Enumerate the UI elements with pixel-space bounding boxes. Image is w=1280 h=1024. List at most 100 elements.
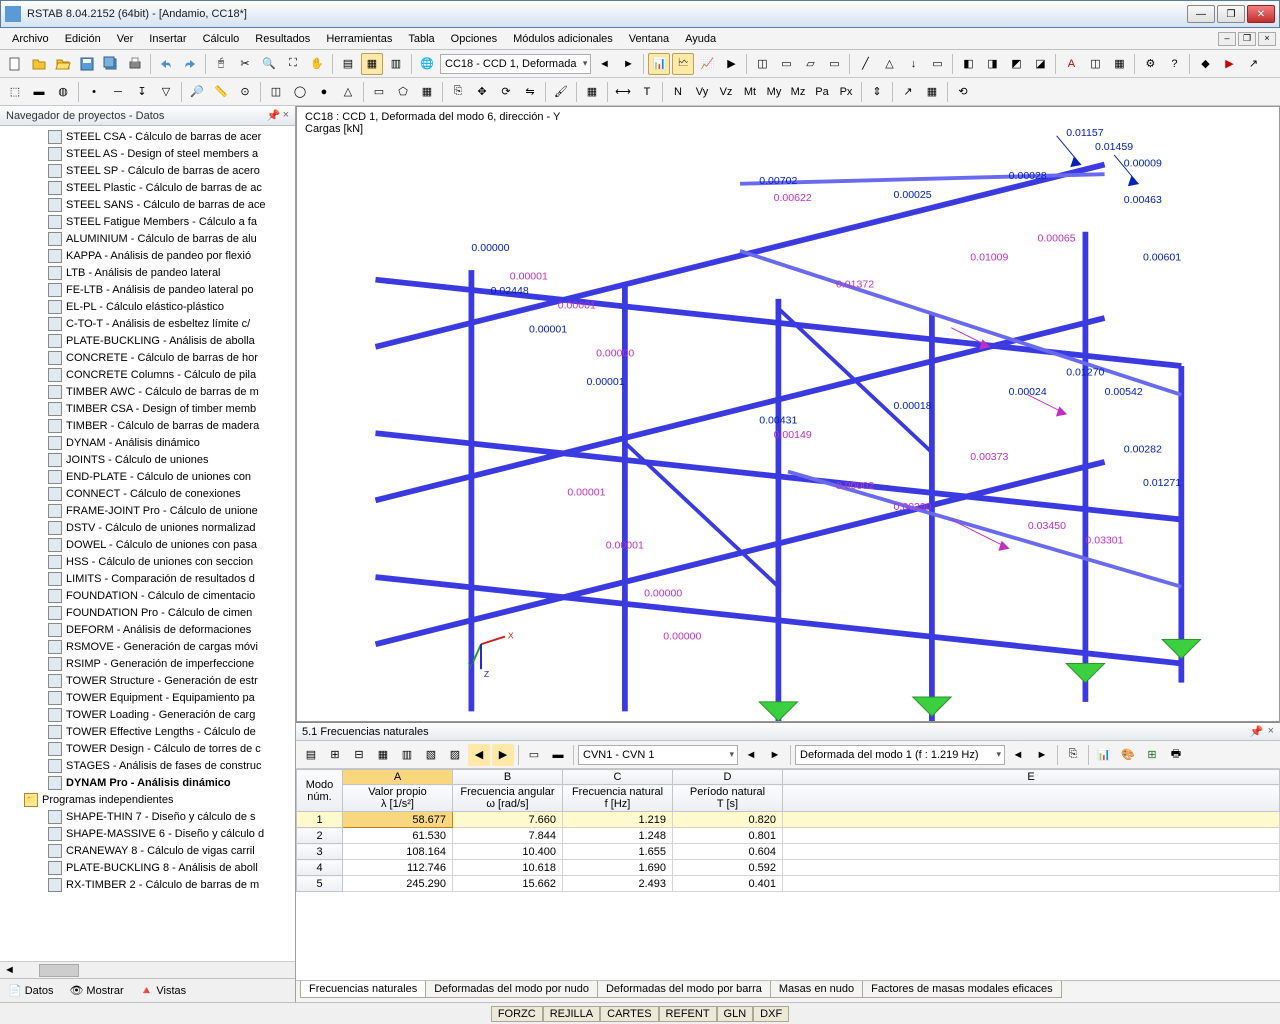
results-grid[interactable]: Modo núm. A B C D E Valor propio λ [1/s²…	[296, 769, 1280, 980]
tab-masas[interactable]: Masas en nudo	[770, 981, 863, 998]
result-vy-icon[interactable]: Vy	[691, 81, 713, 103]
tree-item[interactable]: TOWER Loading - Generación de carg	[0, 706, 295, 723]
menu-ver[interactable]: Ver	[109, 31, 142, 47]
cone-icon[interactable]: △	[337, 81, 359, 103]
tab-mostrar[interactable]: 👁 Mostrar	[65, 982, 127, 999]
tree-item[interactable]: PLATE-BUCKLING - Análisis de abolla	[0, 332, 295, 349]
menu-modulos[interactable]: Módulos adicionales	[505, 31, 621, 47]
cursor-icon[interactable]: 🖰	[210, 53, 232, 75]
navigator-close-icon[interactable]: ×	[283, 109, 289, 122]
tree-item[interactable]: DOWEL - Cálculo de uniones con pasa	[0, 536, 295, 553]
tbl-icon-7[interactable]: ▨	[444, 744, 466, 766]
results-toggle-icon[interactable]: 📊	[648, 53, 670, 75]
list2-icon[interactable]: ▦	[361, 53, 383, 75]
tbl-print-icon[interactable]: 🖶	[1165, 744, 1187, 766]
box-icon[interactable]: ◫	[265, 81, 287, 103]
menu-edicion[interactable]: Edición	[57, 31, 109, 47]
navigator-pin-icon[interactable]: 📌	[267, 109, 281, 122]
cyl-icon[interactable]: ◯	[289, 81, 311, 103]
tree-item[interactable]: STEEL SP - Cálculo de barras de acero	[0, 162, 295, 179]
table-row[interactable]: 158.6777.6601.2190.820	[297, 812, 1280, 828]
loadcase-combo[interactable]: CC18 - CCD 1, Deformada	[440, 54, 591, 74]
model-viewport[interactable]: CC18 : CCD 1, Deformada del modo 6, dire…	[296, 106, 1280, 722]
menu-calculo[interactable]: Cálculo	[195, 31, 248, 47]
tree-item[interactable]: FE-LTB - Análisis de pandeo lateral po	[0, 281, 295, 298]
mirror-icon[interactable]: ⇋	[519, 81, 541, 103]
tree-item[interactable]: SHAPE-THIN 7 - Diseño y cálculo de s	[0, 808, 295, 825]
results-diag-icon[interactable]: 📈	[696, 53, 718, 75]
mdi-close-button[interactable]: ×	[1258, 32, 1276, 46]
tbl-icon-2[interactable]: ⊞	[324, 744, 346, 766]
tbl-color-icon[interactable]: 🎨	[1117, 744, 1139, 766]
status-refent[interactable]: REFENT	[659, 1006, 717, 1022]
module4-icon[interactable]: ◪	[1029, 53, 1051, 75]
view-yz-icon[interactable]: ▭	[823, 53, 845, 75]
show-members-icon[interactable]: ─	[107, 81, 129, 103]
tbl-sort-icon[interactable]: ▬	[547, 744, 569, 766]
tree-item[interactable]: STEEL Fatigue Members - Cálculo a fa	[0, 213, 295, 230]
table-combo-mode[interactable]: Deformada del modo 1 (f : 1.219 Hz)	[795, 745, 1005, 765]
rotate-icon[interactable]: ⟳	[495, 81, 517, 103]
project-tree[interactable]: STEEL CSA - Cálculo de barras de acerSTE…	[0, 126, 295, 961]
tree-item[interactable]: LIMITS - Comparación de resultados d	[0, 570, 295, 587]
cut-icon[interactable]: ✂	[234, 53, 256, 75]
tree-item[interactable]: CONCRETE - Cálculo de barras de hor	[0, 349, 295, 366]
tree-item[interactable]: STEEL CSA - Cálculo de barras de acer	[0, 128, 295, 145]
tree-item[interactable]: TIMBER CSA - Design of timber memb	[0, 400, 295, 417]
minimize-button[interactable]: —	[1187, 5, 1215, 23]
tree-item[interactable]: FOUNDATION - Cálculo de cimentacio	[0, 587, 295, 604]
sel-poly-icon[interactable]: ⬠	[392, 81, 414, 103]
tree-hscroll[interactable]: ◄	[0, 961, 295, 978]
table-row[interactable]: 5245.29015.6622.4930.401	[297, 876, 1280, 892]
grid-icon[interactable]: ▦	[581, 81, 603, 103]
menu-archivo[interactable]: Archivo	[4, 31, 57, 47]
tree-item[interactable]: TOWER Effective Lengths - Cálculo de	[0, 723, 295, 740]
copy-icon[interactable]: ⎘	[447, 81, 469, 103]
tree-item[interactable]: FRAME-JOINT Pro - Cálculo de unione	[0, 502, 295, 519]
results-anim-icon[interactable]: ▶	[720, 53, 742, 75]
tbl-icon-1[interactable]: ▤	[300, 744, 322, 766]
measure-icon[interactable]: 📏	[210, 81, 232, 103]
tab-vistas[interactable]: 🔺 Vistas	[136, 982, 190, 999]
maximize-button[interactable]: ❐	[1217, 5, 1245, 23]
print-icon[interactable]	[124, 53, 146, 75]
tree-item[interactable]: C-TO-T - Análisis de esbeltez límite c/	[0, 315, 295, 332]
menu-opciones[interactable]: Opciones	[443, 31, 505, 47]
find-icon[interactable]: 🔎	[186, 81, 208, 103]
tree-item[interactable]: STEEL AS - Design of steel members a	[0, 145, 295, 162]
tbl-prev-icon[interactable]: ◀	[468, 744, 490, 766]
mdi-restore-button[interactable]: ❐	[1238, 32, 1256, 46]
tab-deformadas-nudo[interactable]: Deformadas del modo por nudo	[425, 981, 598, 998]
result-my-icon[interactable]: My	[763, 81, 785, 103]
tree-item[interactable]: FOUNDATION Pro - Cálculo de cimen	[0, 604, 295, 621]
results-values-icon[interactable]: 🗠	[672, 53, 694, 75]
result-mz-icon[interactable]: Mz	[787, 81, 809, 103]
tree-item[interactable]: RSMOVE - Generación de cargas móvi	[0, 638, 295, 655]
module2-icon[interactable]: ◨	[981, 53, 1003, 75]
table-pin-icon[interactable]: 📌	[1250, 725, 1264, 738]
tree-item[interactable]: 📁Programas independientes	[0, 791, 295, 808]
tab-datos[interactable]: 📄 Datos	[4, 982, 57, 999]
tree-item[interactable]: CONNECT - Cálculo de conexiones	[0, 485, 295, 502]
list1-icon[interactable]: ▤	[337, 53, 359, 75]
list3-icon[interactable]: ▥	[385, 53, 407, 75]
zoom-icon[interactable]: 🔍	[258, 53, 280, 75]
show-nodes-icon[interactable]: •	[83, 81, 105, 103]
menu-resultados[interactable]: Resultados	[247, 31, 318, 47]
tree-item[interactable]: TOWER Equipment - Equipamiento pa	[0, 689, 295, 706]
tree-item[interactable]: TOWER Design - Cálculo de torres de c	[0, 740, 295, 757]
view-iso-icon[interactable]: ◫	[751, 53, 773, 75]
member-icon[interactable]: ╱	[854, 53, 876, 75]
save-all-icon[interactable]	[100, 53, 122, 75]
tbl-chart-icon[interactable]: 📊	[1093, 744, 1115, 766]
module-conc-icon[interactable]: ◫	[1084, 53, 1106, 75]
tbl-filter-icon[interactable]: ▭	[523, 744, 545, 766]
tbl-icon-6[interactable]: ▧	[420, 744, 442, 766]
status-dxf[interactable]: DXF	[753, 1006, 789, 1022]
status-rejilla[interactable]: REJILLA	[543, 1006, 600, 1022]
table-row[interactable]: 4112.74610.6181.6900.592	[297, 860, 1280, 876]
mdi-minimize-button[interactable]: –	[1218, 32, 1236, 46]
module-steel-icon[interactable]: A	[1060, 53, 1082, 75]
result-mt-icon[interactable]: Mt	[739, 81, 761, 103]
tree-item[interactable]: DYNAM Pro - Análisis dinámico	[0, 774, 295, 791]
